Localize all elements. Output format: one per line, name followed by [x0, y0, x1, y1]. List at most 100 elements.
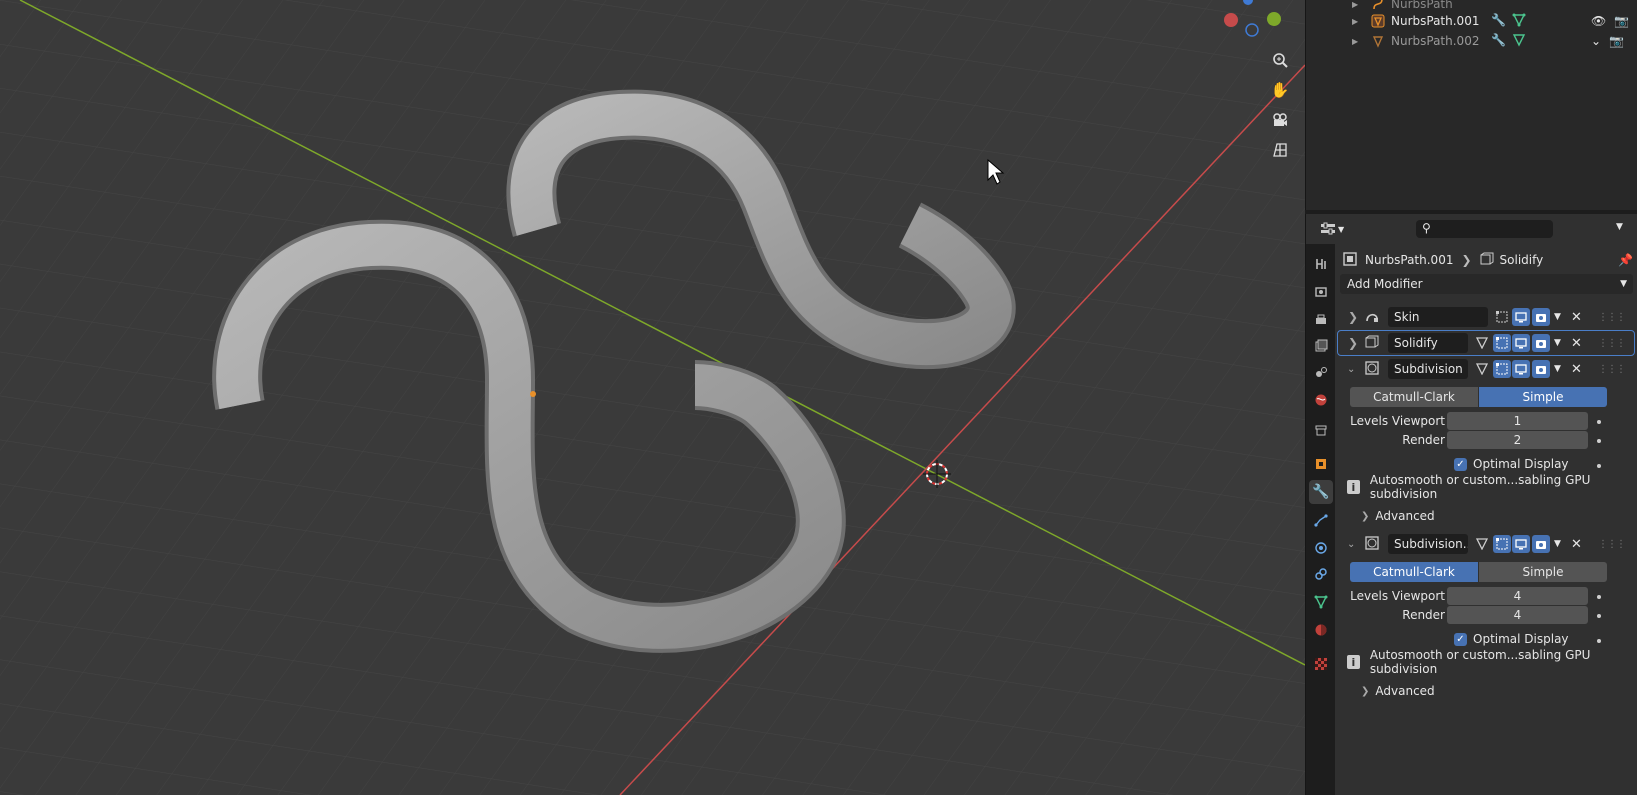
drag-handle-icon[interactable]: ⋮⋮⋮ — [1598, 539, 1626, 550]
constraints-icon[interactable] — [1309, 562, 1333, 586]
optimal-display-checkbox[interactable]: ✓ — [1454, 633, 1467, 646]
chevron-down-icon[interactable]: ▼ — [1554, 338, 1561, 348]
advanced-panel-toggle[interactable]: ❯ Advanced — [1361, 682, 1435, 700]
mode-catmull-clark-button[interactable]: Catmull-Clark — [1350, 562, 1478, 582]
subdivision-mode-selector[interactable]: Catmull-Clark Simple — [1350, 387, 1607, 407]
keyframe-dot-icon[interactable] — [1597, 464, 1601, 468]
physics-icon[interactable] — [1309, 536, 1333, 560]
render-toggle-icon[interactable] — [1532, 334, 1550, 352]
advanced-panel-toggle[interactable]: ❯ Advanced — [1361, 507, 1435, 525]
viewport-toggle-icon[interactable] — [1512, 334, 1530, 352]
on-cage-toggle-icon[interactable] — [1473, 360, 1491, 378]
outliner-item-name[interactable]: NurbsPath.001 — [1391, 14, 1479, 28]
modifier-header-subdivision[interactable]: ⌄ Subdivision ▼ ✕ ⋮⋮⋮ — [1338, 357, 1634, 381]
expand-arrow-icon[interactable]: ▶ — [1352, 17, 1358, 26]
camera-icon[interactable] — [1267, 107, 1293, 133]
wrench-modifier-icon[interactable]: 🔧 — [1491, 13, 1506, 30]
viewport-toggle-icon[interactable] — [1512, 360, 1530, 378]
hand-pan-icon[interactable]: ✋ — [1267, 77, 1293, 103]
subdivision-mode-selector[interactable]: Catmull-Clark Simple — [1350, 562, 1607, 582]
levels-viewport-field[interactable]: 1 — [1447, 412, 1588, 430]
modifier-icon[interactable]: 🔧 — [1309, 480, 1333, 504]
chevron-down-icon[interactable]: ▼ — [1554, 364, 1561, 374]
material-icon[interactable] — [1309, 618, 1333, 642]
editor-type-icon[interactable]: ▼ — [1320, 220, 1348, 238]
edit-mode-toggle-icon[interactable] — [1493, 334, 1511, 352]
wrench-modifier-icon[interactable]: 🔧 — [1491, 33, 1506, 50]
chevron-down-icon[interactable]: ▼ — [1616, 222, 1623, 232]
chevron-down-icon[interactable]: ⌄ — [1347, 364, 1355, 375]
edit-mode-toggle-icon[interactable] — [1493, 360, 1511, 378]
navigation-gizmo[interactable] — [1215, 0, 1295, 40]
keyframe-dot-icon[interactable] — [1597, 595, 1601, 599]
chevron-right-icon[interactable]: ❯ — [1348, 310, 1358, 324]
modifier-header-subdivision-2[interactable]: ⌄ Subdivision.... ▼ ✕ ⋮⋮⋮ — [1338, 532, 1634, 556]
add-modifier-button[interactable]: Add Modifier ▼ — [1340, 274, 1633, 294]
mesh-data-icon[interactable] — [1512, 13, 1526, 30]
outliner-row[interactable]: ▶ NurbsPath.002 🔧 ⌄ 📷 — [1306, 31, 1637, 51]
keyframe-dot-icon[interactable] — [1597, 614, 1601, 618]
on-cage-toggle-icon[interactable] — [1473, 334, 1491, 352]
eye-icon[interactable]: 👁 — [1591, 14, 1606, 28]
texture-icon[interactable] — [1309, 652, 1333, 676]
modifier-header-skin[interactable]: ❯ Skin ▼ ✕ ⋮⋮⋮ — [1338, 305, 1634, 329]
render-camera-icon[interactable]: 📷 — [1614, 14, 1629, 28]
on-cage-toggle-icon[interactable] — [1473, 535, 1491, 553]
pin-icon[interactable]: 📌 — [1618, 253, 1633, 267]
close-icon[interactable]: ✕ — [1571, 310, 1582, 325]
data-icon[interactable] — [1309, 590, 1333, 614]
keyframe-dot-icon[interactable] — [1597, 439, 1601, 443]
render-icon[interactable] — [1309, 280, 1333, 304]
render-toggle-icon[interactable] — [1532, 360, 1550, 378]
outliner[interactable]: ▶ NurbsPath ▶ NurbsPath.001 🔧 👁 📷 ▶ Nurb… — [1305, 0, 1637, 210]
render-levels-field[interactable]: 4 — [1447, 606, 1588, 624]
viewport-toggle-icon[interactable] — [1512, 308, 1530, 326]
mode-catmull-clark-button[interactable]: Catmull-Clark — [1350, 387, 1478, 407]
chevron-right-icon[interactable]: ❯ — [1348, 336, 1358, 350]
chevron-down-icon[interactable]: ⌄ — [1347, 539, 1355, 550]
viewport-toggle-icon[interactable] — [1512, 535, 1530, 553]
drag-handle-icon[interactable]: ⋮⋮⋮ — [1598, 364, 1626, 375]
render-toggle-icon[interactable] — [1532, 308, 1550, 326]
object-icon[interactable] — [1309, 452, 1333, 476]
particles-icon[interactable] — [1309, 508, 1333, 532]
properties-search-input[interactable]: ⚲ — [1416, 220, 1553, 238]
outliner-row[interactable]: ▶ NurbsPath.001 🔧 👁 📷 — [1306, 11, 1637, 31]
collection-icon[interactable] — [1309, 418, 1333, 442]
keyframe-dot-icon[interactable] — [1597, 639, 1601, 643]
world-icon[interactable] — [1309, 388, 1333, 412]
view-layer-icon[interactable] — [1309, 334, 1333, 358]
levels-viewport-field[interactable]: 4 — [1447, 587, 1588, 605]
mode-simple-button[interactable]: Simple — [1479, 387, 1607, 407]
render-toggle-icon[interactable] — [1532, 535, 1550, 553]
modifier-name-field[interactable]: Skin — [1388, 307, 1488, 327]
eye-closed-icon[interactable]: ⌄ — [1591, 34, 1601, 48]
tool-icon[interactable] — [1309, 252, 1333, 276]
edit-mode-toggle-icon[interactable] — [1493, 535, 1511, 553]
edit-mode-toggle-icon[interactable] — [1493, 308, 1511, 326]
chevron-down-icon[interactable]: ▼ — [1554, 539, 1561, 549]
output-icon[interactable] — [1309, 308, 1333, 332]
scene-icon[interactable] — [1309, 360, 1333, 384]
chevron-down-icon[interactable]: ▼ — [1554, 312, 1561, 322]
outliner-item-name[interactable]: NurbsPath — [1391, 0, 1453, 11]
drag-handle-icon[interactable]: ⋮⋮⋮ — [1598, 312, 1626, 323]
drag-handle-icon[interactable]: ⋮⋮⋮ — [1598, 338, 1626, 349]
modifier-header-solidify[interactable]: ❯ Solidify ▼ ✕ ⋮⋮⋮ — [1337, 330, 1635, 356]
modifier-name-field[interactable]: Subdivision — [1388, 359, 1468, 379]
3d-viewport[interactable]: ✋ — [0, 0, 1305, 795]
grid-ortho-icon[interactable] — [1267, 137, 1293, 163]
render-levels-field[interactable]: 2 — [1447, 431, 1588, 449]
zoom-icon[interactable] — [1267, 47, 1293, 73]
mode-simple-button[interactable]: Simple — [1479, 562, 1607, 582]
render-camera-icon[interactable]: 📷 — [1609, 34, 1624, 48]
modifier-name-field[interactable]: Subdivision.... — [1388, 534, 1468, 554]
close-icon[interactable]: ✕ — [1571, 362, 1582, 377]
outliner-item-name[interactable]: NurbsPath.002 — [1391, 34, 1479, 48]
expand-arrow-icon[interactable]: ▶ — [1352, 0, 1358, 9]
expand-arrow-icon[interactable]: ▶ — [1352, 37, 1358, 46]
mesh-data-icon[interactable] — [1512, 33, 1526, 50]
keyframe-dot-icon[interactable] — [1597, 420, 1601, 424]
optimal-display-checkbox[interactable]: ✓ — [1454, 458, 1467, 471]
close-icon[interactable]: ✕ — [1571, 336, 1582, 351]
